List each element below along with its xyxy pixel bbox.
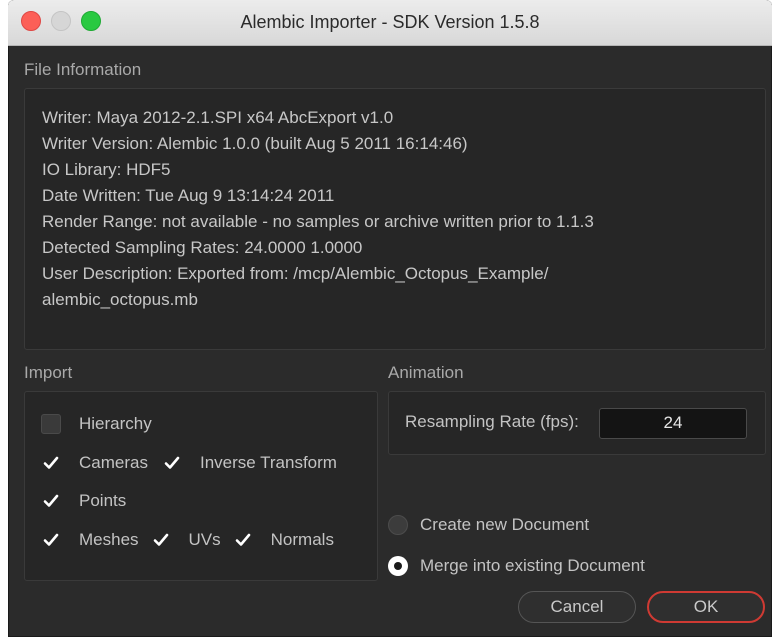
meshes-row: Meshes UVs Normals bbox=[41, 530, 346, 550]
import-label: Import bbox=[24, 363, 73, 382]
points-option[interactable]: Points bbox=[41, 491, 126, 511]
checkmark-icon bbox=[164, 456, 180, 469]
meshes-label: Meshes bbox=[79, 530, 139, 549]
cameras-label: Cameras bbox=[79, 453, 148, 472]
cancel-button[interactable]: Cancel bbox=[518, 591, 636, 623]
cameras-option[interactable]: Cameras bbox=[41, 453, 148, 473]
points-checkbox[interactable] bbox=[41, 491, 61, 511]
inverse-transform-label: Inverse Transform bbox=[199, 453, 337, 472]
hierarchy-option[interactable]: Hierarchy bbox=[41, 414, 152, 434]
create-new-document-label: Create new Document bbox=[420, 515, 590, 534]
file-info-writer-version: Writer Version: Alembic 1.0.0 (built Aug… bbox=[42, 134, 468, 153]
uvs-option[interactable]: UVs bbox=[151, 530, 221, 550]
animation-label: Animation bbox=[388, 363, 464, 382]
hierarchy-label: Hierarchy bbox=[79, 414, 152, 433]
cameras-row: Cameras Inverse Transform bbox=[41, 453, 349, 473]
file-information-label: File Information bbox=[24, 60, 142, 79]
uvs-checkbox[interactable] bbox=[151, 530, 171, 550]
points-label: Points bbox=[79, 491, 127, 510]
title-bar: Alembic Importer - SDK Version 1.5.8 bbox=[8, 0, 772, 46]
inverse-transform-option[interactable]: Inverse Transform bbox=[162, 453, 337, 473]
file-info-date-written: Date Written: Tue Aug 9 13:14:24 2011 bbox=[42, 186, 335, 205]
file-info-sampling-rates: Detected Sampling Rates: 24.0000 1.0000 bbox=[42, 238, 363, 257]
merge-existing-document-label: Merge into existing Document bbox=[420, 556, 645, 575]
uvs-label: UVs bbox=[188, 530, 221, 549]
meshes-option[interactable]: Meshes bbox=[41, 530, 139, 550]
file-info-io-library: IO Library: HDF5 bbox=[42, 160, 171, 179]
meshes-checkbox[interactable] bbox=[41, 530, 61, 550]
file-info-user-description-cont: alembic_octopus.mb bbox=[42, 290, 198, 309]
normals-label: Normals bbox=[270, 530, 334, 549]
hierarchy-checkbox[interactable] bbox=[41, 414, 61, 434]
alembic-importer-window: Alembic Importer - SDK Version 1.5.8 Fil… bbox=[8, 0, 772, 637]
resampling-rate-input[interactable]: 24 bbox=[599, 408, 747, 439]
checkmark-icon bbox=[235, 533, 250, 546]
normals-option[interactable]: Normals bbox=[233, 530, 334, 550]
checkmark-icon bbox=[43, 533, 59, 546]
animation-panel: Resampling Rate (fps): 24 bbox=[388, 391, 766, 455]
file-info-writer: Writer: Maya 2012-2.1.SPI x64 AbcExport … bbox=[42, 108, 394, 127]
create-new-document-radio[interactable] bbox=[388, 515, 408, 535]
radio-selected-dot bbox=[394, 562, 402, 570]
create-new-document-option[interactable]: Create new Document bbox=[388, 515, 589, 535]
file-info-render-range: Render Range: not available - no samples… bbox=[42, 212, 594, 231]
window-title: Alembic Importer - SDK Version 1.5.8 bbox=[240, 12, 540, 32]
resampling-rate-label: Resampling Rate (fps): bbox=[405, 412, 579, 431]
checkmark-icon bbox=[43, 456, 59, 469]
inverse-transform-checkbox[interactable] bbox=[162, 453, 182, 473]
normals-checkbox[interactable] bbox=[233, 530, 253, 550]
checkmark-icon bbox=[43, 494, 59, 507]
ok-button[interactable]: OK bbox=[647, 591, 765, 623]
file-information-panel: Writer: Maya 2012-2.1.SPI x64 AbcExport … bbox=[24, 88, 766, 350]
file-info-user-description: User Description: Exported from: /mcp/Al… bbox=[42, 264, 549, 283]
merge-existing-document-radio[interactable] bbox=[388, 556, 408, 576]
checkmark-icon bbox=[153, 533, 168, 546]
cameras-checkbox[interactable] bbox=[41, 453, 61, 473]
import-panel: Hierarchy Cameras Inverse Transform Poin… bbox=[24, 391, 378, 581]
merge-existing-document-option[interactable]: Merge into existing Document bbox=[388, 556, 645, 576]
